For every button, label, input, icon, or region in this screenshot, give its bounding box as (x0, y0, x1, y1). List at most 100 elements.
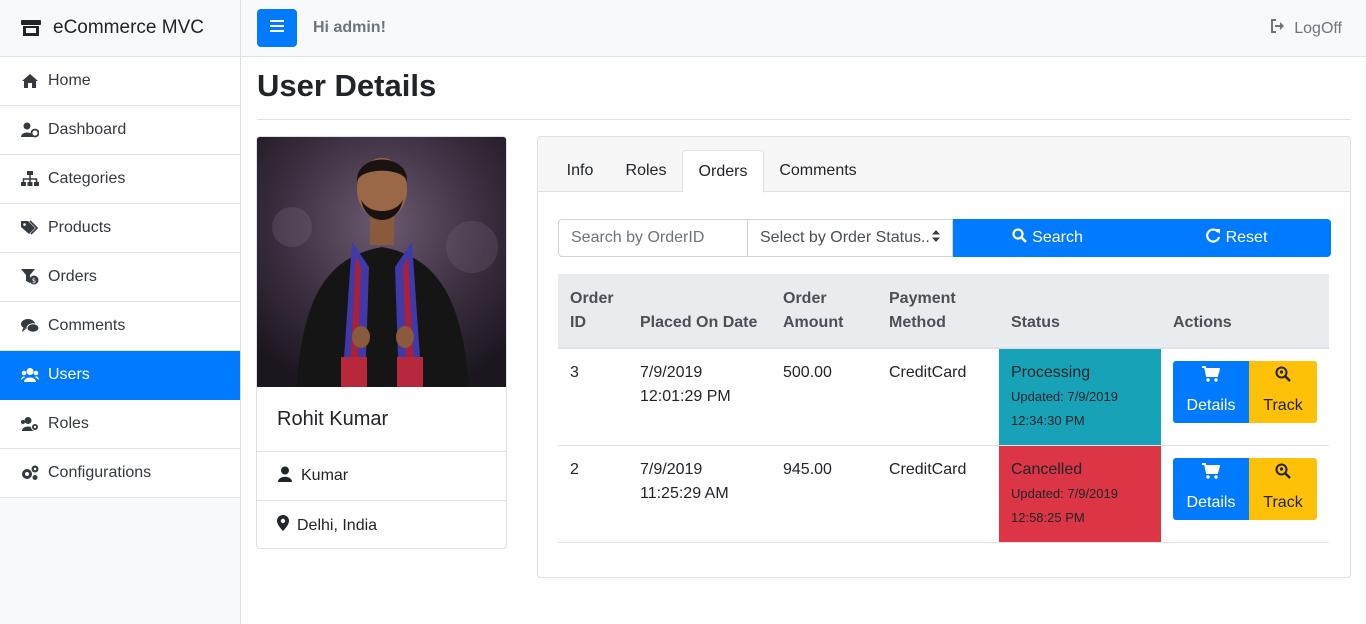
order-id-cell: 2 (558, 445, 628, 543)
column-header-placed-on: Placed On Date (628, 274, 771, 349)
shopping-cart-icon (1202, 463, 1221, 491)
profile-photo (257, 137, 506, 387)
sidebar-item-label: Comments (48, 317, 126, 334)
profile-location-row: Delhi, India (257, 501, 506, 548)
shopping-cart-icon (1202, 366, 1221, 394)
profile-location: Delhi, India (297, 516, 378, 534)
tags-icon (20, 220, 40, 236)
details-button-label: Details (1186, 397, 1236, 414)
status-updated-time: 12:34:30 PM (1011, 413, 1085, 428)
sort-caret-icon (932, 229, 940, 247)
users-cog-icon (20, 416, 40, 432)
order-id-search-input[interactable] (558, 219, 748, 257)
track-button[interactable]: Track (1249, 361, 1317, 423)
sidebar-item-configurations[interactable]: Configurations (0, 449, 240, 498)
track-button-label: Track (1263, 397, 1303, 414)
profile-username-row: Kumar (257, 452, 506, 501)
sign-out-icon (1270, 19, 1294, 38)
user-icon (277, 466, 301, 487)
bars-icon (270, 19, 284, 37)
placed-on-cell: 7/9/2019 12:01:29 PM (628, 348, 771, 446)
cogs-icon (20, 465, 40, 481)
sidebar-item-roles[interactable]: Roles (0, 400, 240, 449)
tab-roles[interactable]: Roles (616, 150, 676, 192)
tab-orders[interactable]: Orders (682, 150, 764, 193)
search-location-icon (1275, 366, 1291, 394)
tabs-header: Info Roles Orders Comments (538, 137, 1350, 193)
status-cell: Processing Updated: 7/9/2019 12:34:30 PM (999, 348, 1161, 446)
track-button[interactable]: Track (1249, 458, 1317, 520)
page-title: User Details (257, 68, 437, 103)
sidebar-item-label: Products (48, 219, 112, 236)
column-header-payment: Payment Method (877, 274, 999, 349)
logoff-link[interactable]: LogOff (1270, 19, 1342, 38)
sidebar-item-dashboard[interactable]: Dashboard (0, 106, 240, 155)
greeting-text: Hi admin! (313, 19, 386, 36)
sidebar-item-categories[interactable]: Categories (0, 155, 240, 204)
redo-icon (1205, 228, 1226, 248)
payment-cell: CreditCard (877, 348, 999, 446)
details-button[interactable]: Details (1173, 361, 1249, 423)
order-id-cell: 3 (558, 348, 628, 446)
sidebar-item-orders[interactable]: $ Orders (0, 253, 240, 302)
payment-cell: CreditCard (877, 445, 999, 543)
title-divider (257, 119, 1351, 120)
home-icon (20, 73, 40, 89)
map-marker-icon (277, 515, 297, 536)
users-icon (20, 367, 40, 383)
search-location-icon (1275, 463, 1291, 491)
sidebar: eCommerce MVC Home Dashboard Categories … (0, 0, 241, 624)
status-cell: Cancelled Updated: 7/9/2019 12:58:25 PM (999, 445, 1161, 543)
sidebar-item-home[interactable]: Home (0, 57, 240, 106)
track-button-label: Track (1263, 494, 1303, 511)
brand-title: eCommerce MVC (53, 17, 204, 38)
sidebar-item-label: Dashboard (48, 121, 127, 138)
actions-cell: Details Track (1161, 348, 1329, 446)
user-chart-icon (20, 122, 40, 138)
table-row: 2 7/9/2019 11:25:29 AM 945.00 CreditCard … (558, 445, 1329, 543)
placed-on-cell: 7/9/2019 11:25:29 AM (628, 445, 771, 543)
order-status-select-value: Select by Order Status.. (760, 229, 930, 246)
profile-username: Kumar (301, 467, 349, 484)
top-navbar: Hi admin! LogOff (241, 0, 1366, 57)
tab-info[interactable]: Info (552, 150, 608, 192)
sidebar-item-label: Orders (48, 268, 97, 285)
brand[interactable]: eCommerce MVC (0, 0, 240, 57)
profile-card: Rohit Kumar Kumar Delhi, India (256, 136, 507, 549)
details-button[interactable]: Details (1173, 458, 1249, 520)
reset-button[interactable]: Reset (1142, 219, 1331, 257)
search-button-group: Search Reset (953, 219, 1331, 257)
order-search-bar: Select by Order Status.. Search Reset (558, 219, 1331, 257)
sidebar-nav: Home Dashboard Categories Products $ Ord… (0, 57, 240, 498)
amount-cell: 945.00 (771, 445, 877, 543)
search-icon (1012, 228, 1032, 248)
sidebar-toggle-button[interactable] (257, 9, 297, 47)
store-icon (20, 19, 42, 37)
order-status-select[interactable]: Select by Order Status.. (748, 219, 953, 257)
logoff-label: LogOff (1294, 19, 1342, 37)
status-updated-date: Updated: 7/9/2019 (1011, 486, 1118, 501)
sidebar-item-comments[interactable]: Comments (0, 302, 240, 351)
actions-cell: Details Track (1161, 445, 1329, 543)
search-button[interactable]: Search (953, 219, 1142, 257)
status-updated-time: 12:58:25 PM (1011, 510, 1085, 525)
svg-text:$: $ (32, 277, 36, 285)
table-header-row: Order ID Placed On Date Order Amount Payme… (558, 274, 1329, 349)
reset-button-label: Reset (1225, 229, 1268, 246)
comments-icon (20, 318, 40, 334)
profile-name: Rohit Kumar (257, 387, 506, 452)
sidebar-item-users[interactable]: Users (0, 351, 240, 400)
column-header-actions: Actions (1161, 274, 1329, 349)
search-button-label: Search (1032, 229, 1083, 246)
tab-comments[interactable]: Comments (770, 150, 866, 192)
sitemap-icon (20, 171, 40, 187)
column-header-amount: Order Amount (771, 274, 877, 349)
sidebar-item-products[interactable]: Products (0, 204, 240, 253)
sidebar-item-label: Configurations (48, 464, 152, 481)
status-updated-date: Updated: 7/9/2019 (1011, 389, 1118, 404)
sidebar-item-label: Categories (48, 170, 126, 187)
status-badge: Cancelled (1011, 461, 1083, 478)
status-badge: Processing (1011, 364, 1091, 381)
sidebar-item-label: Users (48, 366, 90, 383)
user-tabs-card: Info Roles Orders Comments Select by Ord… (537, 136, 1351, 578)
